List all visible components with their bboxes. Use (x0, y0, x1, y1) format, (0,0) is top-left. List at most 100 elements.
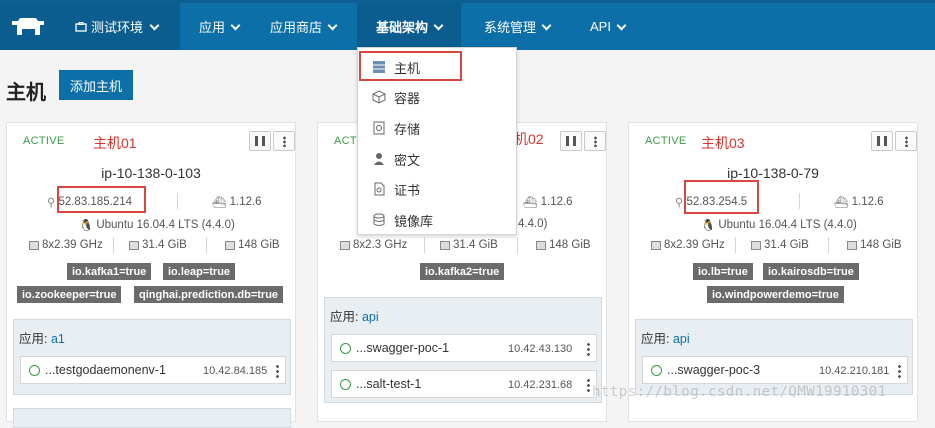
divider (517, 237, 518, 253)
container-row[interactable]: ...salt-test-1 10.42.231.68 (331, 370, 597, 398)
stack-link[interactable]: api (673, 332, 690, 346)
chevron-down-icon (616, 20, 627, 30)
nav-infrastructure-label: 基础架构 (375, 20, 428, 35)
pause-button[interactable] (560, 131, 582, 151)
pause-button[interactable] (249, 131, 271, 151)
ram: 31.4 GiB (764, 239, 809, 251)
stack-section: 应用: api ...swagger-poc-1 10.42.43.130 ..… (324, 297, 602, 403)
disk-row: 148 GiB (225, 239, 280, 251)
linux-icon: 🐧 (701, 220, 716, 232)
os-version: Ubuntu 16.04.4 LTS (4.4.0) (96, 219, 235, 231)
chevron-down-icon (541, 20, 552, 30)
host-state: ACTIVE (23, 135, 65, 147)
host-label: io.kafka1=true (67, 263, 152, 280)
stack-prefix: 应用: (641, 332, 670, 346)
host-name[interactable]: ip-10-138-0-103 (7, 165, 295, 181)
more-menu-button[interactable] (584, 131, 606, 151)
container-name[interactable]: ...swagger-poc-1 (356, 341, 449, 355)
container-row[interactable]: ...testgodaemonenv-1 10.42.84.185 (20, 356, 286, 384)
host-state: ACTIVE (645, 135, 687, 147)
menu-item-secrets[interactable]: 密文 (358, 144, 516, 174)
os-version: 4.4.0) (518, 218, 548, 230)
add-host-button[interactable]: 添加主机 (59, 70, 133, 100)
docker-version-row: ⛴ 1.12.6 (834, 195, 884, 209)
page-title: 主机 (6, 82, 46, 104)
nav-infrastructure[interactable]: 基础架构 (357, 3, 461, 50)
menu-item-storage[interactable]: 存储 (358, 113, 516, 143)
stack-link[interactable]: a1 (51, 332, 65, 346)
container-row[interactable]: ...swagger-poc-3 10.42.210.181 (642, 356, 908, 384)
container-icon (372, 90, 386, 104)
environment-switcher[interactable]: 测试环境 (55, 3, 180, 50)
cpu-icon (340, 240, 350, 250)
divider (206, 237, 207, 253)
nav-apps-label: 应用 (199, 20, 226, 35)
host-card-1: ACTIVE 主机01 ip-10-138-0-103 ⚲ 52.83.185.2… (6, 122, 296, 428)
pause-button[interactable] (871, 131, 893, 151)
menu-item-containers[interactable]: 容器 (358, 82, 516, 112)
host-name[interactable]: ip-10-138-0-79 (629, 165, 917, 181)
ram: 31.4 GiB (142, 239, 187, 251)
chevron-down-icon (149, 20, 160, 30)
menu-item-registries[interactable]: 镜像库 (358, 205, 516, 235)
disk: 148 GiB (549, 239, 591, 251)
kebab-icon (904, 135, 908, 147)
environment-icon (75, 21, 87, 32)
ram-row: 31.4 GiB (751, 239, 809, 251)
pause-icon (255, 136, 265, 146)
disk-icon (225, 240, 235, 250)
container-status-icon (340, 343, 351, 354)
container-menu-icon[interactable] (587, 378, 590, 392)
container-menu-icon[interactable] (898, 364, 901, 378)
os-version: Ubuntu 16.04.4 LTS (4.4.0) (718, 219, 857, 231)
container-status-icon (29, 365, 40, 376)
stack-link[interactable]: api (362, 310, 379, 324)
pause-icon (877, 136, 887, 146)
more-menu-button[interactable] (273, 131, 295, 151)
menu-item-label: 证书 (394, 182, 421, 198)
menu-item-label: 容器 (394, 90, 421, 106)
container-name[interactable]: ...salt-test-1 (356, 377, 421, 391)
divider (828, 237, 829, 253)
memory-icon (440, 240, 450, 250)
disk-row: 148 GiB (536, 239, 591, 251)
docker-icon: ⛴ (523, 197, 538, 209)
environment-label: 测试环境 (91, 20, 144, 35)
container-menu-icon[interactable] (587, 342, 590, 356)
pause-icon (566, 136, 576, 146)
container-name[interactable]: ...swagger-poc-3 (667, 363, 760, 377)
cpu-row: 8x2.39 GHz (29, 239, 103, 251)
stack-title: 应用: api (330, 306, 379, 325)
nav-api[interactable]: API (590, 3, 627, 50)
divider (113, 237, 114, 253)
docker-version-row: ⛴ 1.12.6 (212, 195, 262, 209)
divider (424, 237, 425, 253)
container-ip: 10.42.210.181 (819, 365, 890, 377)
nav-catalog[interactable]: 应用商店 (270, 3, 338, 50)
ram-row: 31.4 GiB (129, 239, 187, 251)
nav-admin-label: 系统管理 (484, 20, 537, 35)
certificate-icon (374, 182, 385, 196)
nav-apps[interactable]: 应用 (199, 3, 241, 50)
host-label: io.windpowerdemo=true (707, 286, 844, 303)
os-row: 🐧 Ubuntu 16.04.4 LTS (4.4.0) (79, 218, 235, 232)
container-menu-icon[interactable] (276, 364, 279, 378)
rancher-logo[interactable] (0, 3, 55, 50)
link-icon: ⚲ (675, 197, 684, 209)
container-row[interactable]: ...swagger-poc-1 10.42.43.130 (331, 334, 597, 362)
menu-item-certificates[interactable]: 证书 (358, 174, 516, 204)
host-annotation: 主机03 (701, 135, 745, 151)
disk-row: 148 GiB (847, 239, 902, 251)
nav-admin[interactable]: 系统管理 (484, 3, 552, 50)
host-label: io.kafka2=true (420, 263, 505, 280)
cpu-icon (651, 240, 661, 250)
highlight-box (57, 186, 146, 213)
container-name[interactable]: ...testgodaemonenv-1 (45, 363, 166, 377)
highlight-box (684, 180, 759, 214)
registry-icon (373, 213, 385, 226)
secret-icon (374, 153, 384, 165)
cow-logo-icon (11, 17, 44, 35)
more-menu-button[interactable] (895, 131, 917, 151)
container-status-icon (340, 379, 351, 390)
stack-title: 应用: api (641, 328, 690, 347)
